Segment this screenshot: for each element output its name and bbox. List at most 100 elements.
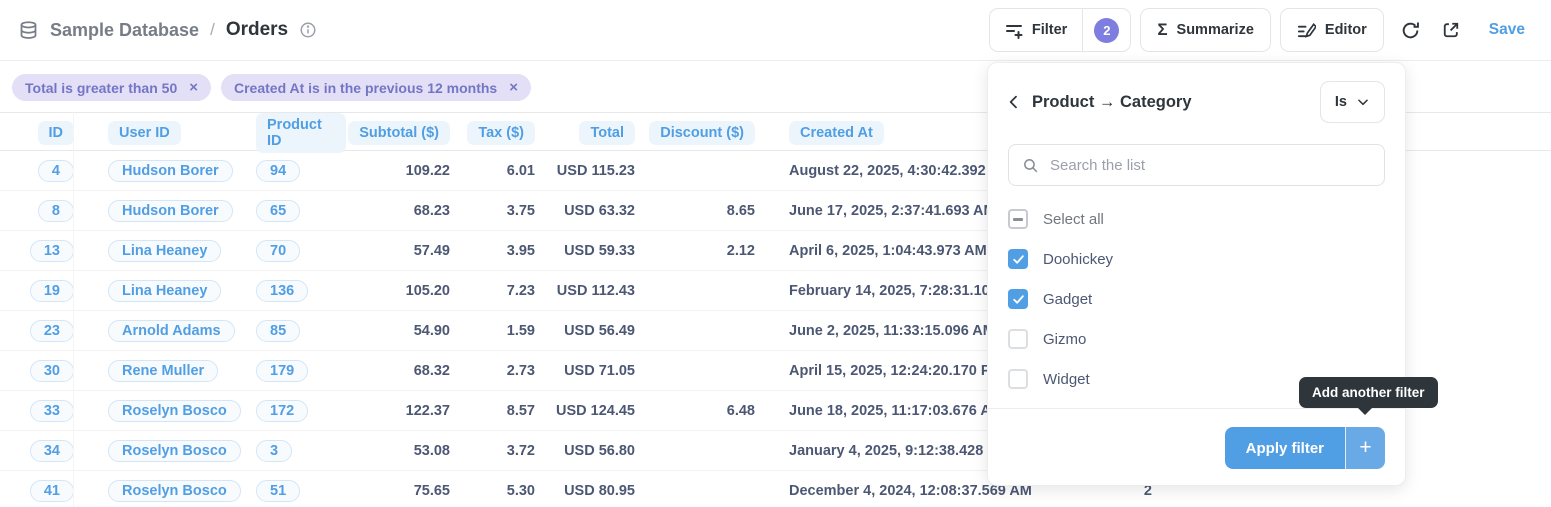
option-select-all[interactable]: Select all <box>1008 199 1385 239</box>
user-cell[interactable]: Roselyn Bosco <box>108 479 241 502</box>
subtotal-cell[interactable]: 122.37 <box>346 403 456 419</box>
table-row[interactable]: 4 Hudson Borer 94 109.22 6.01 USD 115.23… <box>0 151 1160 191</box>
tax-cell[interactable]: 2.73 <box>456 363 541 379</box>
column-header-tax[interactable]: Tax ($) <box>467 121 535 145</box>
save-button[interactable]: Save <box>1489 21 1525 39</box>
tax-cell[interactable]: 1.59 <box>456 323 541 339</box>
product-id-cell[interactable]: 70 <box>256 239 301 262</box>
id-cell[interactable]: 13 <box>29 239 74 262</box>
indeterminate-checkbox-icon[interactable] <box>1008 209 1028 229</box>
subtotal-cell[interactable]: 68.23 <box>346 203 456 219</box>
table-row[interactable]: 30 Rene Muller 179 68.32 2.73 USD 71.05 … <box>0 351 1160 391</box>
refresh-button[interactable] <box>1400 20 1421 41</box>
tax-cell[interactable]: 6.01 <box>456 163 541 179</box>
tax-cell[interactable]: 5.30 <box>456 483 541 499</box>
subtotal-cell[interactable]: 105.20 <box>346 283 456 299</box>
search-input[interactable] <box>1050 156 1371 174</box>
unchecked-checkbox-icon[interactable] <box>1008 329 1028 349</box>
filter-button[interactable]: Filter 2 <box>988 8 1132 52</box>
id-cell[interactable]: 23 <box>29 319 74 342</box>
id-cell[interactable]: 41 <box>29 479 74 502</box>
breadcrumb-database[interactable]: Sample Database <box>50 20 199 41</box>
user-cell[interactable]: Rene Muller <box>108 359 219 382</box>
product-id-cell[interactable]: 51 <box>256 479 301 502</box>
option-doohickey[interactable]: Doohickey <box>1008 239 1385 279</box>
table-row[interactable]: 34 Roselyn Bosco 3 53.08 3.72 USD 56.80 … <box>0 431 1160 471</box>
subtotal-cell[interactable]: 75.65 <box>346 483 456 499</box>
column-header-created-at[interactable]: Created At <box>789 121 884 145</box>
column-header-user-id[interactable]: User ID <box>108 121 181 145</box>
tax-cell[interactable]: 7.23 <box>456 283 541 299</box>
total-cell[interactable]: USD 59.33 <box>541 243 641 259</box>
table-row[interactable]: 23 Arnold Adams 85 54.90 1.59 USD 56.49 … <box>0 311 1160 351</box>
column-header-total[interactable]: Total <box>579 121 635 145</box>
filter-chip-created-at[interactable]: Created At is in the previous 12 months … <box>221 74 531 101</box>
user-cell[interactable]: Arnold Adams <box>108 319 235 342</box>
total-cell[interactable]: USD 80.95 <box>541 483 641 499</box>
total-cell[interactable]: USD 115.23 <box>541 163 641 179</box>
editor-button[interactable]: Editor <box>1279 8 1384 52</box>
back-button[interactable] <box>1006 81 1022 123</box>
user-cell[interactable]: Roselyn Bosco <box>108 439 241 462</box>
user-cell[interactable]: Hudson Borer <box>108 159 233 182</box>
subtotal-cell[interactable]: 53.08 <box>346 443 456 459</box>
discount-cell[interactable]: 8.65 <box>641 203 761 219</box>
product-id-cell[interactable]: 179 <box>256 359 309 382</box>
column-header-id[interactable]: ID <box>37 121 74 145</box>
table-row[interactable]: 41 Roselyn Bosco 51 75.65 5.30 USD 80.95… <box>0 471 1160 507</box>
apply-filter-button[interactable]: Apply filter <box>1224 427 1345 469</box>
option-gadget[interactable]: Gadget <box>1008 279 1385 319</box>
column-header-discount[interactable]: Discount ($) <box>649 121 755 145</box>
table-row[interactable]: 19 Lina Heaney 136 105.20 7.23 USD 112.4… <box>0 271 1160 311</box>
user-cell[interactable]: Lina Heaney <box>108 239 222 262</box>
unchecked-checkbox-icon[interactable] <box>1008 369 1028 389</box>
product-id-cell[interactable]: 3 <box>256 439 293 462</box>
id-cell[interactable]: 8 <box>37 199 74 222</box>
option-gizmo[interactable]: Gizmo <box>1008 319 1385 359</box>
discount-cell[interactable]: 2.12 <box>641 243 761 259</box>
table-row[interactable]: 8 Hudson Borer 65 68.23 3.75 USD 63.32 8… <box>0 191 1160 231</box>
id-cell[interactable]: 30 <box>29 359 74 382</box>
checked-checkbox-icon[interactable] <box>1008 289 1028 309</box>
subtotal-cell[interactable]: 54.90 <box>346 323 456 339</box>
total-cell[interactable]: USD 124.45 <box>541 403 641 419</box>
total-cell[interactable]: USD 56.80 <box>541 443 641 459</box>
product-id-cell[interactable]: 94 <box>256 159 301 182</box>
id-cell[interactable]: 4 <box>37 159 74 182</box>
product-id-cell[interactable]: 172 <box>256 399 309 422</box>
column-header-subtotal[interactable]: Subtotal ($) <box>348 121 450 145</box>
operator-dropdown[interactable]: Is <box>1319 81 1385 123</box>
total-cell[interactable]: USD 63.32 <box>541 203 641 219</box>
tax-cell[interactable]: 3.95 <box>456 243 541 259</box>
filter-chip-total[interactable]: Total is greater than 50 × <box>12 74 211 101</box>
total-cell[interactable]: USD 71.05 <box>541 363 641 379</box>
id-cell[interactable]: 33 <box>29 399 74 422</box>
user-cell[interactable]: Roselyn Bosco <box>108 399 241 422</box>
close-icon[interactable]: × <box>509 80 518 95</box>
subtotal-cell[interactable]: 68.32 <box>346 363 456 379</box>
tax-cell[interactable]: 3.72 <box>456 443 541 459</box>
id-cell[interactable]: 34 <box>29 439 74 462</box>
total-cell[interactable]: USD 56.49 <box>541 323 641 339</box>
table-row[interactable]: 33 Roselyn Bosco 172 122.37 8.57 USD 124… <box>0 391 1160 431</box>
user-cell[interactable]: Lina Heaney <box>108 279 222 302</box>
product-id-cell[interactable]: 136 <box>256 279 309 302</box>
share-icon[interactable] <box>1441 20 1461 40</box>
table-row[interactable]: 13 Lina Heaney 70 57.49 3.95 USD 59.33 2… <box>0 231 1160 271</box>
filter-count-section[interactable]: 2 <box>1082 9 1130 51</box>
add-filter-plus-button[interactable]: + <box>1345 427 1385 469</box>
product-id-cell[interactable]: 65 <box>256 199 301 222</box>
user-cell[interactable]: Hudson Borer <box>108 199 233 222</box>
checked-checkbox-icon[interactable] <box>1008 249 1028 269</box>
product-id-cell[interactable]: 85 <box>256 319 301 342</box>
subtotal-cell[interactable]: 109.22 <box>346 163 456 179</box>
subtotal-cell[interactable]: 57.49 <box>346 243 456 259</box>
tax-cell[interactable]: 3.75 <box>456 203 541 219</box>
total-cell[interactable]: USD 112.43 <box>541 283 641 299</box>
summarize-button[interactable]: Σ Summarize <box>1140 8 1271 52</box>
discount-cell[interactable]: 6.48 <box>641 403 761 419</box>
close-icon[interactable]: × <box>189 80 198 95</box>
tax-cell[interactable]: 8.57 <box>456 403 541 419</box>
id-cell[interactable]: 19 <box>29 279 74 302</box>
info-icon[interactable] <box>299 21 317 39</box>
